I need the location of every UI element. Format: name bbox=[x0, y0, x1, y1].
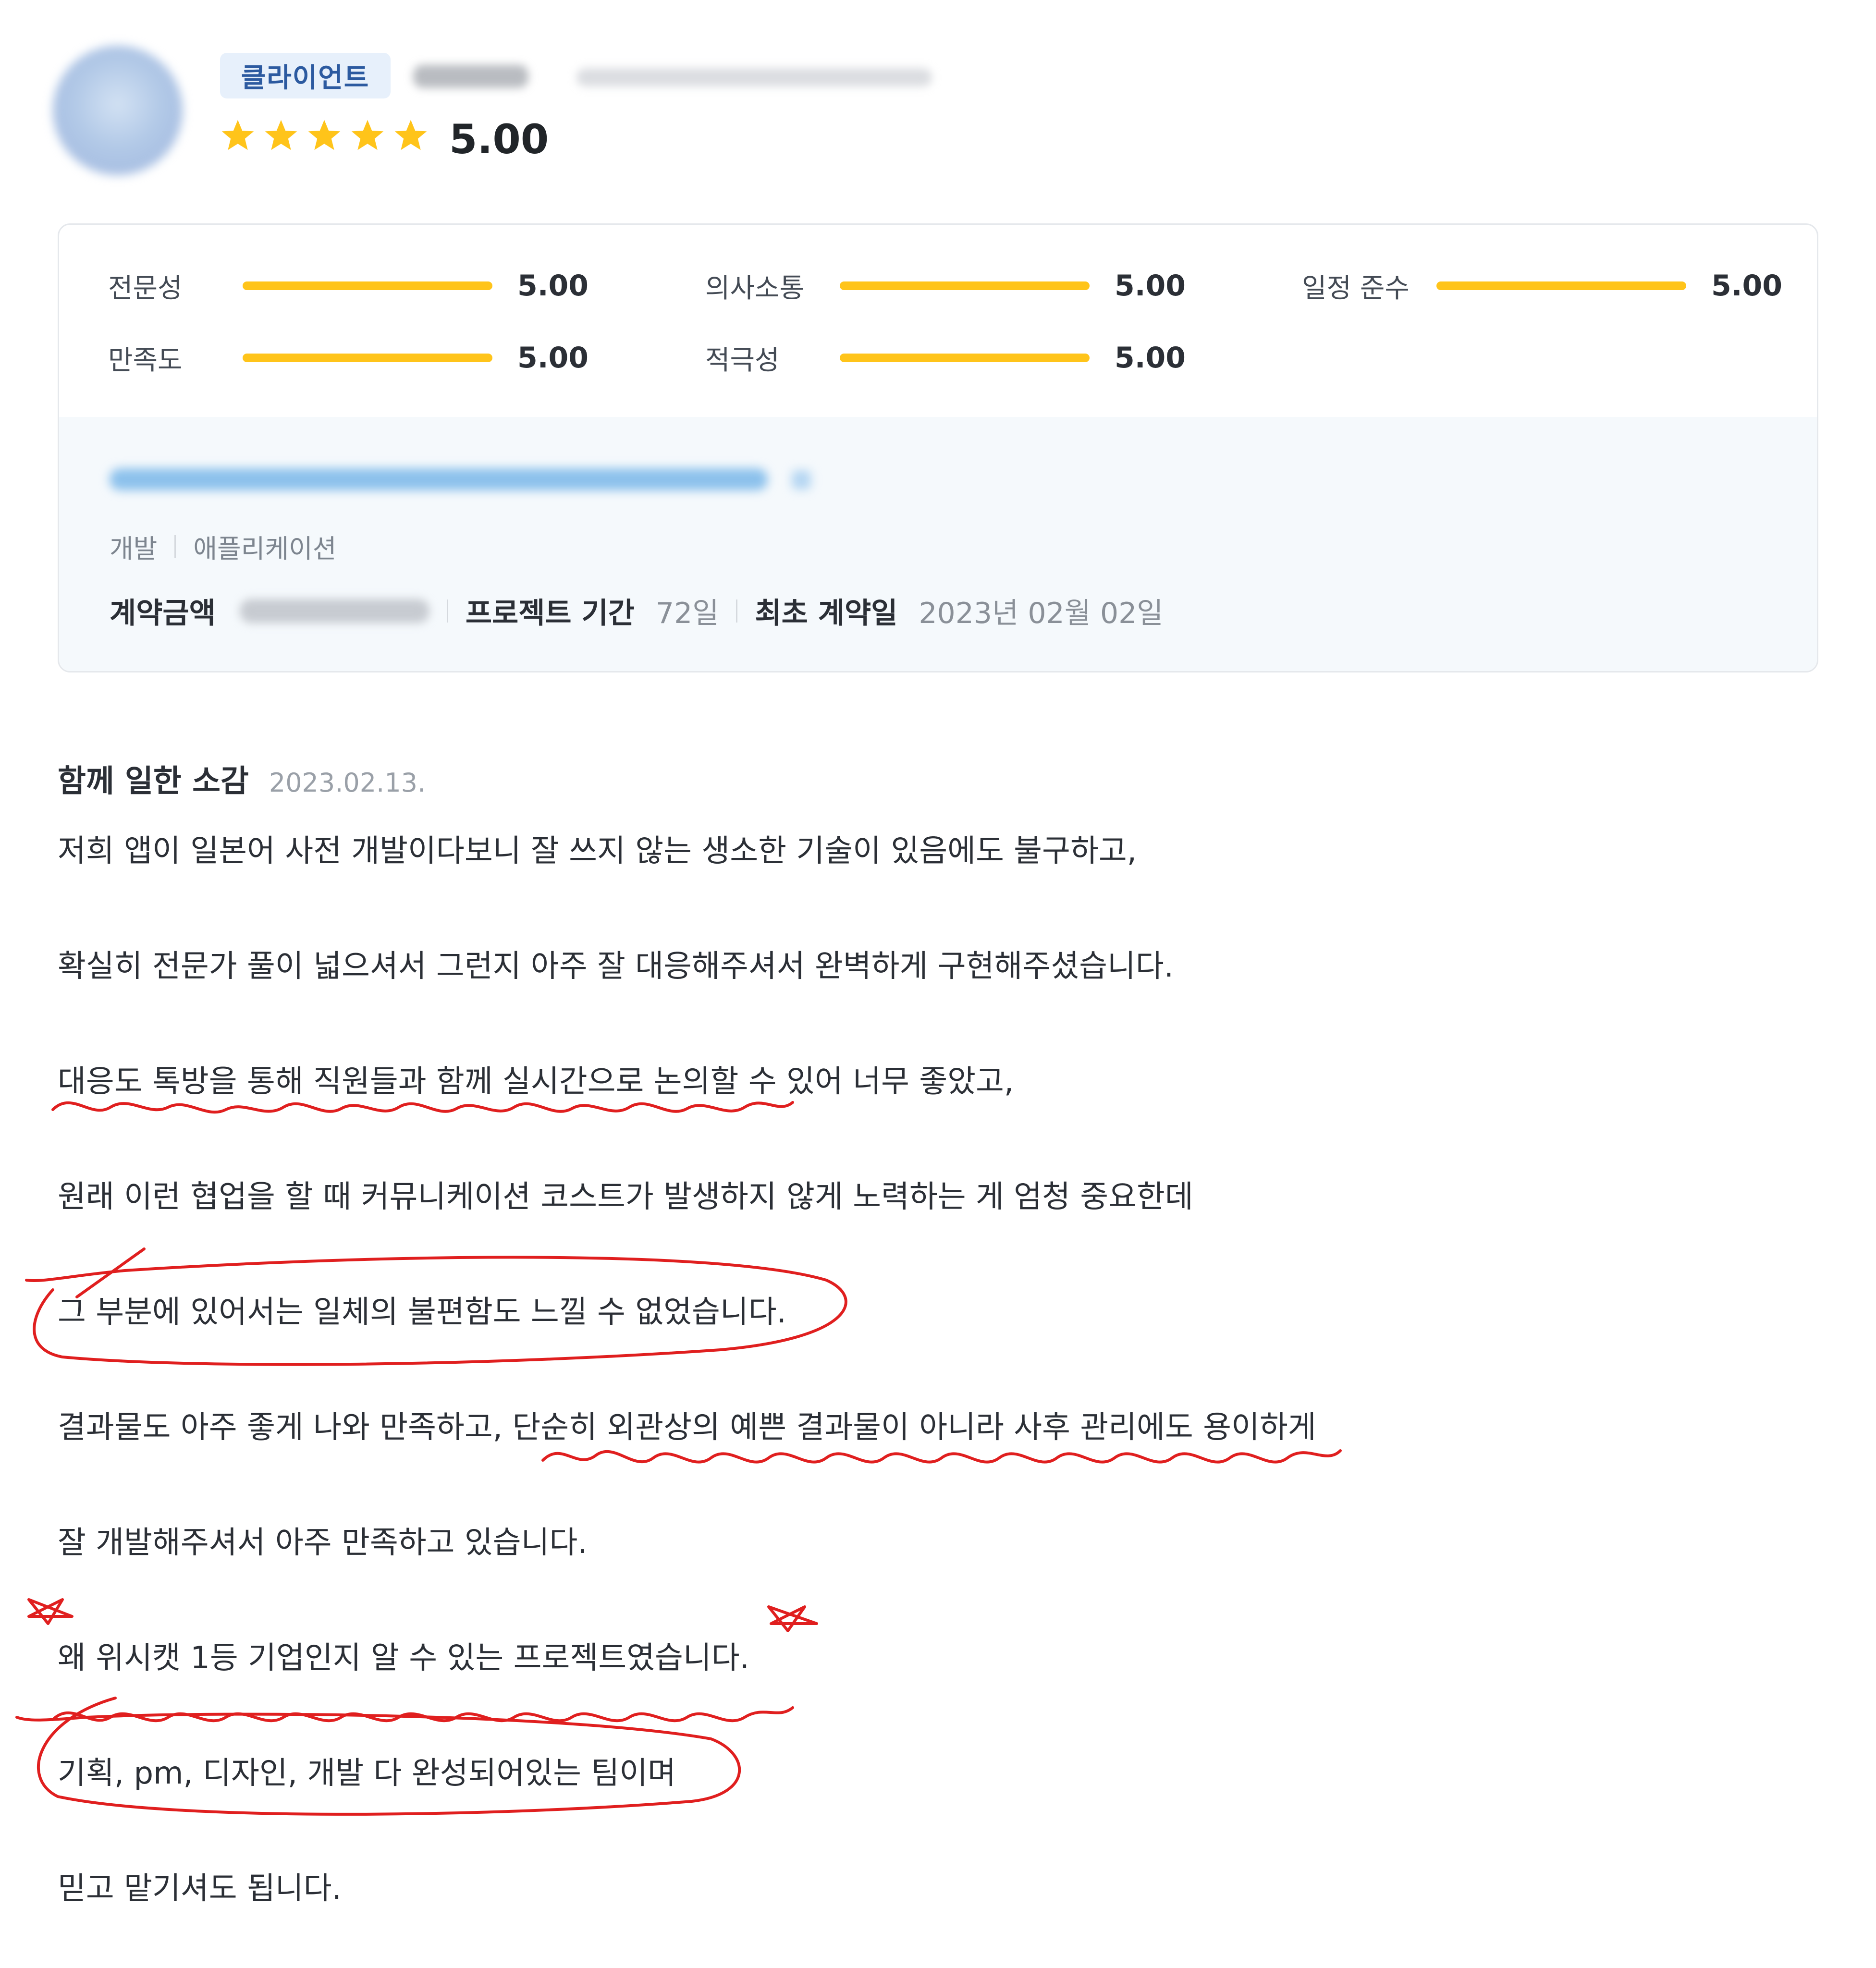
review-line: 믿고 맡기셔도 됩니다. bbox=[58, 1871, 342, 1907]
star-icon bbox=[394, 120, 427, 150]
metric-bar bbox=[840, 281, 1090, 290]
review-line: 확실히 전문가 풀이 넓으셔서 그런지 아주 잘 대응해주셔서 완벽하게 구현해… bbox=[58, 949, 1174, 984]
metric-value: 5.00 bbox=[517, 269, 589, 303]
review-line: 왜 위시캣 1등 기업인지 알 수 있는 프로젝트였습니다. bbox=[58, 1640, 749, 1676]
metric-value: 5.00 bbox=[517, 341, 589, 375]
redacted-project-title[interactable] bbox=[110, 463, 830, 496]
metric-satisfaction: 만족도 5.00 bbox=[108, 339, 589, 377]
redacted-client-name bbox=[413, 58, 932, 96]
metric-label: 만족도 bbox=[108, 344, 183, 376]
contract-amount-label: 계약금액 bbox=[110, 597, 216, 630]
review-line: 기획, pm, 디자인, 개발 다 완성되어있는 팀이며 bbox=[58, 1756, 676, 1791]
star-icon bbox=[308, 120, 341, 150]
review-title: 함께 일한 소감 bbox=[58, 764, 249, 799]
metric-bar bbox=[243, 281, 492, 290]
star-icon bbox=[351, 120, 384, 150]
avatar bbox=[53, 46, 183, 175]
metric-label: 적극성 bbox=[705, 344, 780, 376]
client-badge: 클라이언트 bbox=[220, 53, 391, 98]
review-line: 잘 개발해주셔서 아주 만족하고 있습니다. bbox=[58, 1525, 588, 1561]
metric-label: 전문성 bbox=[108, 272, 183, 304]
first-contract-value: 2023년 02월 02일 bbox=[919, 597, 1164, 630]
metric-bar bbox=[840, 354, 1090, 362]
overall-rating: 5.00 bbox=[449, 116, 549, 163]
first-contract-label: 최초 계약일 bbox=[755, 597, 898, 630]
category-label: 개발 bbox=[110, 534, 158, 564]
metric-bar bbox=[243, 354, 492, 362]
subcategory-label: 애플리케이션 bbox=[193, 534, 337, 564]
metric-schedule: 일정 준수 5.00 bbox=[1302, 267, 1782, 305]
metric-value: 5.00 bbox=[1711, 269, 1783, 303]
metric-value: 5.00 bbox=[1115, 269, 1186, 303]
metric-communication: 의사소통 5.00 bbox=[705, 267, 1186, 305]
project-period-value: 72일 bbox=[655, 597, 719, 630]
metric-label: 일정 준수 bbox=[1302, 272, 1410, 304]
divider bbox=[736, 599, 738, 623]
star-icon bbox=[221, 120, 254, 150]
redacted-contract-amount bbox=[239, 599, 429, 623]
project-info-panel: 개발 애플리케이션 계약금액 프로젝트 기간 72일 최초 계약일 2023년 … bbox=[59, 417, 1817, 671]
review-line: 대응도 톡방을 통해 직원들과 함께 실시간으로 논의할 수 있어 너무 좋았고… bbox=[58, 1064, 1014, 1100]
divider bbox=[446, 599, 448, 623]
divider bbox=[174, 535, 176, 558]
metric-professionalism: 전문성 5.00 bbox=[108, 267, 589, 305]
review-heading: 함께 일한 소감 2023.02.13. bbox=[58, 757, 426, 801]
project-period-label: 프로젝트 기간 bbox=[465, 597, 635, 630]
project-category: 개발 애플리케이션 bbox=[110, 527, 336, 565]
review-line: 원래 이런 협업을 할 때 커뮤니케이션 코스트가 발생하지 않게 노력하는 게… bbox=[58, 1179, 1193, 1215]
metric-bar bbox=[1436, 281, 1686, 290]
review-line: 저희 앱이 일본어 사전 개발이다보니 잘 쓰지 않는 생소한 기술이 있음에도… bbox=[58, 833, 1137, 869]
review-line: 그 부분에 있어서는 일체의 불편함도 느낄 수 없었습니다. bbox=[58, 1295, 786, 1330]
star-icon bbox=[265, 120, 297, 150]
metric-proactiveness: 적극성 5.00 bbox=[705, 339, 1186, 377]
review-date: 2023.02.13. bbox=[269, 768, 426, 798]
metric-label: 의사소통 bbox=[705, 272, 805, 304]
review-line: 결과물도 아주 좋게 나와 만족하고, 단순히 외관상의 예쁜 결과물이 아니라… bbox=[58, 1410, 1316, 1445]
metric-value: 5.00 bbox=[1115, 341, 1186, 375]
contract-info: 계약금액 프로젝트 기간 72일 최초 계약일 2023년 02월 02일 bbox=[110, 590, 1164, 632]
star-rating bbox=[220, 118, 429, 153]
